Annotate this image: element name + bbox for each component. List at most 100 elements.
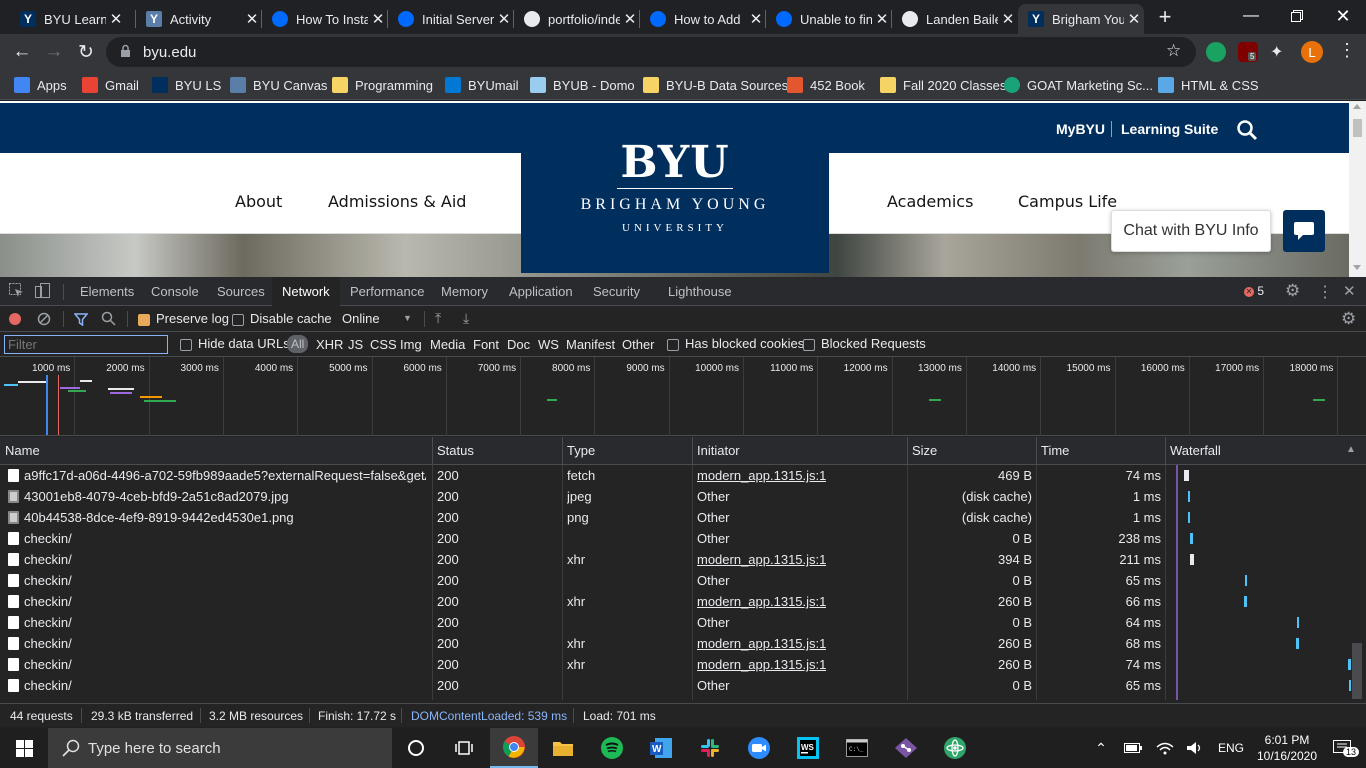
request-row[interactable]: checkin/200 xhr modern_app.1315.js:1 394 B 2…: [0, 549, 1366, 570]
devtools-tab-lighthouse[interactable]: Lighthouse: [668, 277, 732, 306]
devtools-tab-memory[interactable]: Memory: [441, 277, 488, 306]
bookmark-item[interactable]: Programming: [332, 76, 433, 94]
request-initiator[interactable]: modern_app.1315.js:1: [697, 657, 826, 672]
extensions-puzzle-icon[interactable]: ✦: [1270, 42, 1283, 62]
search-network-icon[interactable]: [101, 311, 116, 329]
input-language[interactable]: ENG: [1214, 728, 1248, 768]
request-row[interactable]: checkin/200 xhr modern_app.1315.js:1 260 B 7…: [0, 654, 1366, 675]
reload-button[interactable]: ↻: [72, 38, 100, 66]
browser-tab[interactable]: Landen Bailey✕: [892, 4, 1018, 34]
bookmark-item[interactable]: BYUmail: [445, 76, 519, 94]
taskbar-terminal[interactable]: C:\_: [833, 728, 881, 768]
filter-type-manifest[interactable]: Manifest: [566, 337, 615, 352]
new-tab-button[interactable]: +: [1151, 4, 1179, 30]
request-row[interactable]: a9ffc17d-a06d-4496-a702-59fb989aade5?ext…: [0, 465, 1366, 486]
filter-type-all[interactable]: All: [287, 335, 309, 353]
bookmark-item[interactable]: BYU Canvas: [230, 76, 327, 94]
wifi-icon[interactable]: [1154, 728, 1176, 768]
taskbar-file-explorer[interactable]: [539, 728, 587, 768]
taskbar-word[interactable]: W: [637, 728, 685, 768]
nav-admissions[interactable]: Admissions & Aid: [328, 192, 466, 211]
nav-academics[interactable]: Academics: [887, 192, 973, 211]
tab-close-icon[interactable]: ✕: [368, 10, 388, 28]
scroll-thumb[interactable]: [1353, 119, 1362, 137]
forward-button[interactable]: →: [40, 38, 68, 66]
learning-suite-link[interactable]: Learning Suite: [1121, 121, 1218, 137]
taskbar-zoom[interactable]: [735, 728, 783, 768]
bookmark-item[interactable]: BYU LS: [152, 76, 221, 94]
filter-input[interactable]: [4, 335, 168, 354]
taskbar-app-green[interactable]: [931, 728, 979, 768]
devtools-tab-console[interactable]: Console: [151, 277, 199, 306]
column-header-status[interactable]: Status: [432, 437, 474, 465]
column-header-size[interactable]: Size: [907, 437, 937, 465]
devtools-tab-elements[interactable]: Elements: [80, 277, 134, 306]
taskbar-search[interactable]: Type here to search: [48, 728, 392, 768]
filter-type-media[interactable]: Media: [430, 337, 465, 352]
column-header-time[interactable]: Time: [1036, 437, 1069, 465]
tab-close-icon[interactable]: ✕: [998, 10, 1018, 28]
request-row[interactable]: 40b44538-8dce-4ef9-8919-9442ed4530e1.png…: [0, 507, 1366, 528]
browser-tab[interactable]: How to Add ✕: [640, 4, 766, 34]
mybyu-link[interactable]: MyBYU: [1056, 121, 1105, 137]
taskbar-chrome[interactable]: [490, 728, 538, 768]
preserve-log-checkbox[interactable]: Preserve log: [138, 311, 229, 326]
cortana-button[interactable]: [392, 728, 440, 768]
profile-avatar[interactable]: L: [1301, 41, 1323, 63]
network-overview-timeline[interactable]: 1000 ms 2000 ms 3000 ms 4000 ms 5000 ms 6000 …: [0, 357, 1366, 436]
has-blocked-cookies-checkbox[interactable]: Has blocked cookies: [667, 336, 804, 351]
show-hidden-icons[interactable]: ⌃: [1090, 728, 1112, 768]
request-row[interactable]: checkin/200 Other 0 B 65 ms: [0, 570, 1366, 591]
browser-tab[interactable]: Initial Server Setup✕: [388, 4, 514, 34]
filter-type-ws[interactable]: WS: [538, 337, 559, 352]
address-bar[interactable]: byu.edu ☆: [106, 37, 1196, 67]
tab-close-icon[interactable]: ✕: [242, 10, 262, 28]
filter-type-other[interactable]: Other: [622, 337, 655, 352]
filter-type-img[interactable]: Img: [400, 337, 422, 352]
devtools-close-icon[interactable]: ✕: [1343, 282, 1356, 300]
devtools-tab-performance[interactable]: Performance: [350, 277, 424, 306]
network-settings-icon[interactable]: ⚙: [1341, 309, 1356, 329]
chat-prompt[interactable]: Chat with BYU Info: [1111, 210, 1271, 252]
table-scrollbar-thumb[interactable]: [1352, 643, 1362, 699]
disable-cache-checkbox[interactable]: Disable cache: [232, 311, 332, 326]
scroll-down-arrow[interactable]: [1353, 265, 1361, 270]
tab-close-icon[interactable]: ✕: [872, 10, 892, 28]
taskbar-git-client[interactable]: [882, 728, 930, 768]
chrome-menu-icon[interactable]: ⋮: [1338, 40, 1356, 61]
bookmark-item[interactable]: Gmail: [82, 76, 139, 94]
taskbar-spotify[interactable]: [588, 728, 636, 768]
browser-tab[interactable]: portfolio/index✕: [514, 4, 640, 34]
request-row[interactable]: checkin/200 xhr modern_app.1315.js:1 260 B 6…: [0, 633, 1366, 654]
throttling-select[interactable]: Online ▼: [342, 311, 414, 326]
close-window-button[interactable]: ✕: [1320, 0, 1366, 32]
extension-green-icon[interactable]: [1206, 42, 1226, 62]
device-toolbar-icon[interactable]: [35, 283, 50, 301]
tab-close-icon[interactable]: ✕: [746, 10, 766, 28]
taskbar-slack[interactable]: [686, 728, 734, 768]
action-center-button[interactable]: 13: [1322, 728, 1362, 768]
tab-close-icon[interactable]: ✕: [106, 10, 126, 28]
filter-type-js[interactable]: JS: [348, 337, 363, 352]
devtools-tab-network[interactable]: Network: [272, 277, 340, 306]
search-icon[interactable]: [1236, 119, 1258, 141]
browser-tab[interactable]: How To Install✕: [262, 4, 388, 34]
filter-type-font[interactable]: Font: [473, 337, 499, 352]
browser-tab[interactable]: Y BYU Learning Suite✕: [0, 4, 126, 34]
export-har-icon[interactable]: ⤓: [463, 310, 469, 327]
devtools-menu-icon[interactable]: ⋮: [1317, 282, 1333, 302]
column-header-type[interactable]: Type: [562, 437, 595, 465]
request-row[interactable]: checkin/200 Other 0 B 238 ms: [0, 528, 1366, 549]
byu-logo[interactable]: BYU BRIGHAM YOUNG UNIVERSITY: [521, 103, 829, 273]
volume-icon[interactable]: [1184, 728, 1206, 768]
inspect-element-icon[interactable]: [9, 283, 24, 301]
tab-close-icon[interactable]: ✕: [494, 10, 514, 28]
task-view-button[interactable]: [440, 728, 488, 768]
page-scrollbar[interactable]: [1349, 101, 1366, 277]
bookmark-item[interactable]: GOAT Marketing Sc...: [1004, 76, 1153, 94]
import-har-icon[interactable]: ⤒: [435, 310, 441, 327]
taskbar-webstorm[interactable]: WS: [784, 728, 832, 768]
scroll-up-arrow[interactable]: [1353, 104, 1361, 109]
browser-tab[interactable]: Y Brigham Young✕: [1018, 4, 1144, 34]
request-initiator[interactable]: modern_app.1315.js:1: [697, 552, 826, 567]
